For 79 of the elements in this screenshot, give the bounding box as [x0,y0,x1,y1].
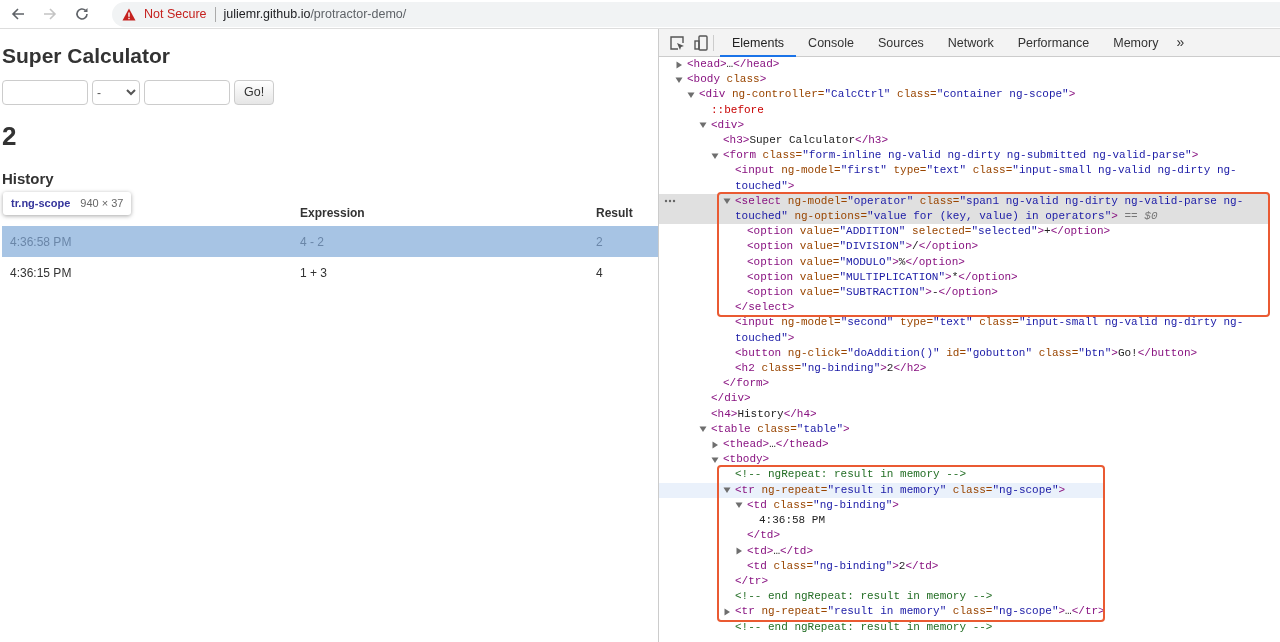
dom-tree-line[interactable]: <head>…</head> [659,57,1270,73]
dom-tree-line[interactable]: <option value="MODULO">%</option> [659,254,1270,270]
device-toolbar-icon[interactable] [693,34,709,51]
back-arrow-icon[interactable] [10,6,26,22]
table-cell: 1 + 3 [292,257,588,289]
table-cell: 4:36:58 PM [2,226,292,258]
element-tooltip: tr.ng-scope 940 × 37 [3,192,132,215]
disclosure-triangle-icon[interactable] [711,151,719,160]
devtools-tab[interactable]: Network [935,29,1006,57]
dom-tree-line[interactable]: <tr ng-repeat="result in memory" class="ng-scope">…</tr> [659,604,1105,620]
dom-tree-line[interactable]: <body class> [659,72,1270,88]
column-header: Expression [292,200,588,227]
disclosure-triangle-icon[interactable] [711,455,719,464]
security-label: Not Secure [144,5,207,23]
dom-tree-line[interactable]: <option value="DIVISION">/</option> [659,239,1270,255]
devtools-tab[interactable]: Console [796,29,866,57]
dom-tree-line[interactable]: <td class="ng-binding"> [659,497,1105,514]
devtools-tab[interactable]: Performance [1005,29,1102,57]
devtools-tab[interactable]: Memory [1101,29,1171,57]
disclosure-triangle-icon[interactable] [723,607,731,616]
disclosure-triangle-icon[interactable] [699,121,707,130]
operator-select[interactable]: - [92,80,140,106]
dom-tree-line[interactable]: <option value="MULTIPLICATION">*</option> [659,269,1270,286]
table-cell: 4 - 2 [292,226,588,258]
dom-tree-line[interactable]: <button ng-click="doAddition()" id="gobutton" class="btn">Go!</button> [659,345,1270,362]
reload-icon[interactable] [74,6,90,22]
page-heading: Super Calculator [2,43,172,69]
dom-tree-line[interactable]: <thead>…</thead> [659,437,1270,453]
dom-tree-line[interactable]: <tbody> [659,452,1270,468]
dom-tree-line[interactable]: </select> [659,300,1270,316]
disclosure-triangle-icon[interactable] [735,501,743,510]
dom-tree-line[interactable]: <input ng-model="first" type="text" class="input-small ng-valid ng-dirty ng-touched"> [659,163,1270,194]
dom-tree-line[interactable]: <h3>Super Calculator</h3> [659,133,1270,149]
table-cell: 2 [588,226,658,258]
column-header: Result [588,200,658,227]
disclosure-triangle-icon[interactable] [675,75,683,84]
dom-tree-line[interactable]: </form> [659,376,1270,392]
dom-tree-line[interactable]: <option value="ADDITION" selected="selected">+</option> [659,224,1270,240]
dom-tree-line[interactable]: <td class="ng-binding">2</td> [659,558,1105,574]
dom-tree-line[interactable]: <div> [659,117,1270,133]
dom-tree-line[interactable]: <form class="form-inline ng-valid ng-dirty ng-submitted ng-valid-parse"> [659,148,1270,164]
dom-tree-line[interactable]: <!-- end ngRepeat: result in memory --> [659,589,1105,605]
dom-tree-line[interactable]: <input ng-model="second" type="text" class="input-small ng-valid ng-dirty ng-touched"> [659,315,1270,346]
warning-icon [122,7,136,21]
dom-tree-line[interactable]: <h4>History</h4> [659,406,1270,422]
dom-tree-line[interactable]: <h2 class="ng-binding">2</h2> [659,361,1270,377]
disclosure-triangle-icon[interactable] [675,60,683,69]
url-text: juliemr.github.io/protractor-demo/ [223,5,407,23]
second-number-field[interactable] [144,80,230,106]
disclosure-triangle-icon[interactable] [711,440,719,449]
first-number-field[interactable] [2,80,88,106]
disclosure-triangle-icon[interactable] [723,197,731,206]
dom-tree-line[interactable]: <td>…</td> [659,543,1105,559]
dom-tree-line[interactable]: </tr> [659,573,1105,590]
more-tabs-button[interactable]: » [1170,32,1191,53]
history-heading: History [2,170,55,189]
dom-tree-line[interactable]: <!-- ngRepeat: result in memory --> [659,467,1105,483]
address-bar[interactable]: Not Secure juliemr.github.io/protractor-demo/ [112,1,1280,27]
table-cell: 4 [588,257,658,289]
dom-tree-line[interactable]: ::before [659,102,1270,118]
devtools-tab[interactable]: Sources [866,29,936,57]
disclosure-triangle-icon[interactable] [735,547,743,556]
disclosure-triangle-icon[interactable] [687,91,695,99]
dom-tree-line[interactable]: </td> [659,528,1105,544]
dom-tree-line[interactable]: 4:36:58 PM [659,513,1105,529]
go-button[interactable]: Go! [234,80,275,106]
disclosure-triangle-icon[interactable] [723,486,731,495]
disclosure-triangle-icon[interactable] [699,425,707,434]
more-options-icon[interactable] [664,198,676,203]
inspect-element-icon[interactable] [669,34,685,51]
dom-tree-line[interactable]: </div> [659,391,1270,407]
table-cell: 4:36:15 PM [2,257,292,289]
result-value: 2 [2,120,18,154]
dom-tree-line[interactable]: <div ng-controller="CalcCtrl" class="container ng-scope"> [659,87,1270,103]
dom-tree-line[interactable]: <table class="table"> [659,421,1270,438]
devtools-tab[interactable]: Elements [720,29,797,57]
dom-tree-line[interactable]: <tr ng-repeat="result in memory" class="ng-scope"> [659,482,1105,498]
dom-tree-line[interactable]: <option value="SUBTRACTION">-</option> [659,285,1270,301]
dom-tree-line[interactable]: <!-- end ngRepeat: result in memory --> [659,619,1270,635]
